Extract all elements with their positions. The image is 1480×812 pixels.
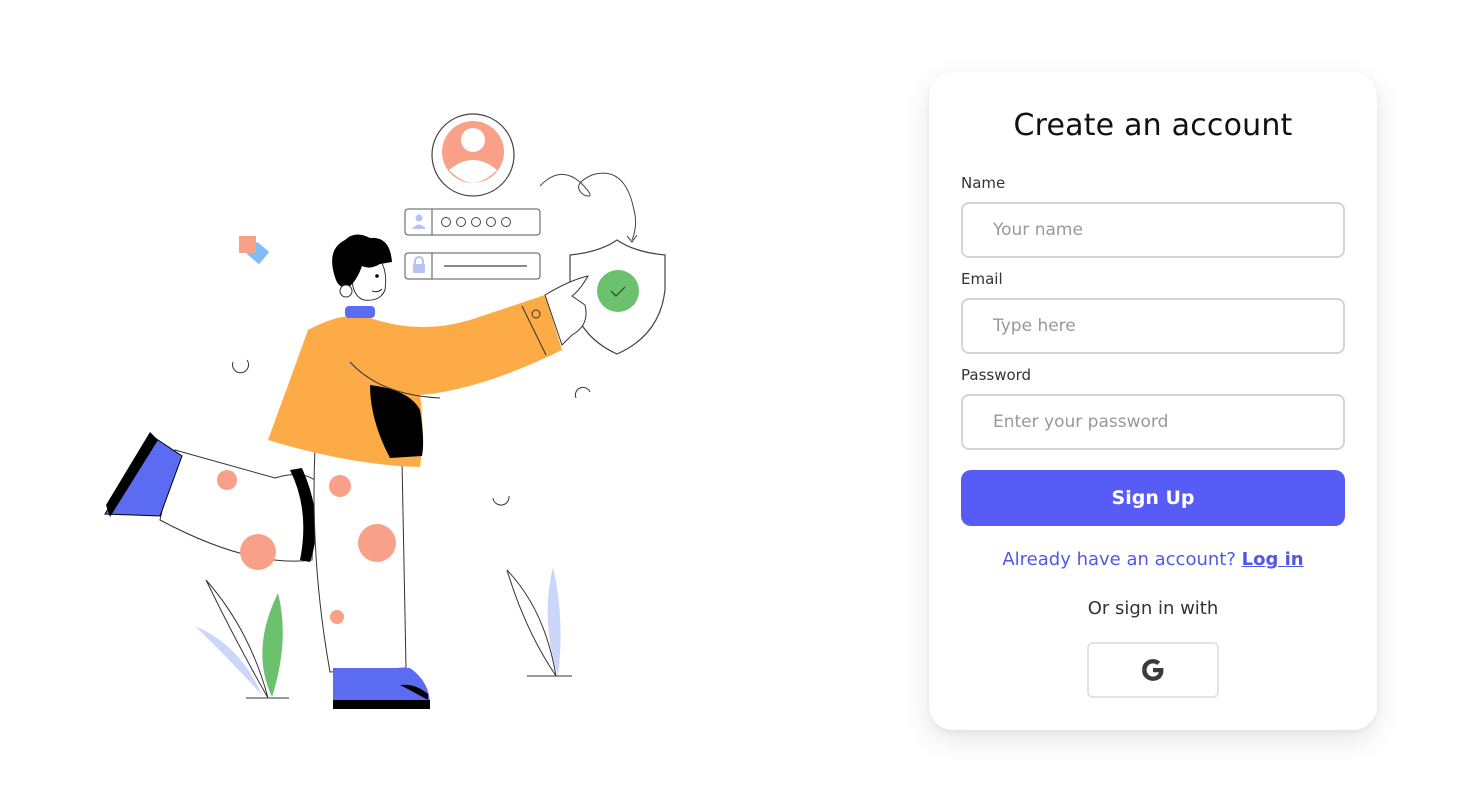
password-field[interactable] [961, 394, 1345, 450]
decor-square-salmon [239, 236, 256, 253]
login-link[interactable]: Log in [1242, 549, 1304, 570]
plant-left [195, 579, 289, 699]
sign-up-button[interactable]: Sign Up [961, 470, 1345, 526]
or-sign-in-text: Or sign in with [1087, 598, 1219, 619]
mini-password-field [404, 252, 541, 280]
email-label: Email [961, 270, 1003, 288]
name-field[interactable] [961, 202, 1345, 258]
login-prompt: Already have an account? Log in [929, 549, 1377, 570]
decor-arc [232, 359, 250, 374]
person-head [332, 234, 392, 318]
mini-username-field [404, 208, 541, 236]
signup-card: Create an account Name Email Password Si… [929, 72, 1377, 730]
login-prompt-text: Already have an account? [1002, 549, 1236, 570]
user-avatar-icon [431, 113, 515, 197]
signup-illustration [104, 113, 666, 709]
email-field[interactable] [961, 298, 1345, 354]
decor-arc [492, 495, 510, 506]
name-label: Name [961, 174, 1006, 192]
loop-arrow [539, 172, 637, 241]
password-label: Password [961, 366, 1032, 384]
person-front-leg [313, 447, 430, 709]
decor-arc [574, 386, 591, 399]
google-sign-in-button[interactable] [1087, 642, 1219, 698]
person-back-leg [104, 432, 316, 570]
google-icon [1142, 659, 1164, 681]
plant-right [506, 567, 572, 677]
shield-check-icon [569, 239, 666, 355]
page-title: Create an account [1013, 108, 1293, 143]
person-torso [268, 295, 562, 467]
